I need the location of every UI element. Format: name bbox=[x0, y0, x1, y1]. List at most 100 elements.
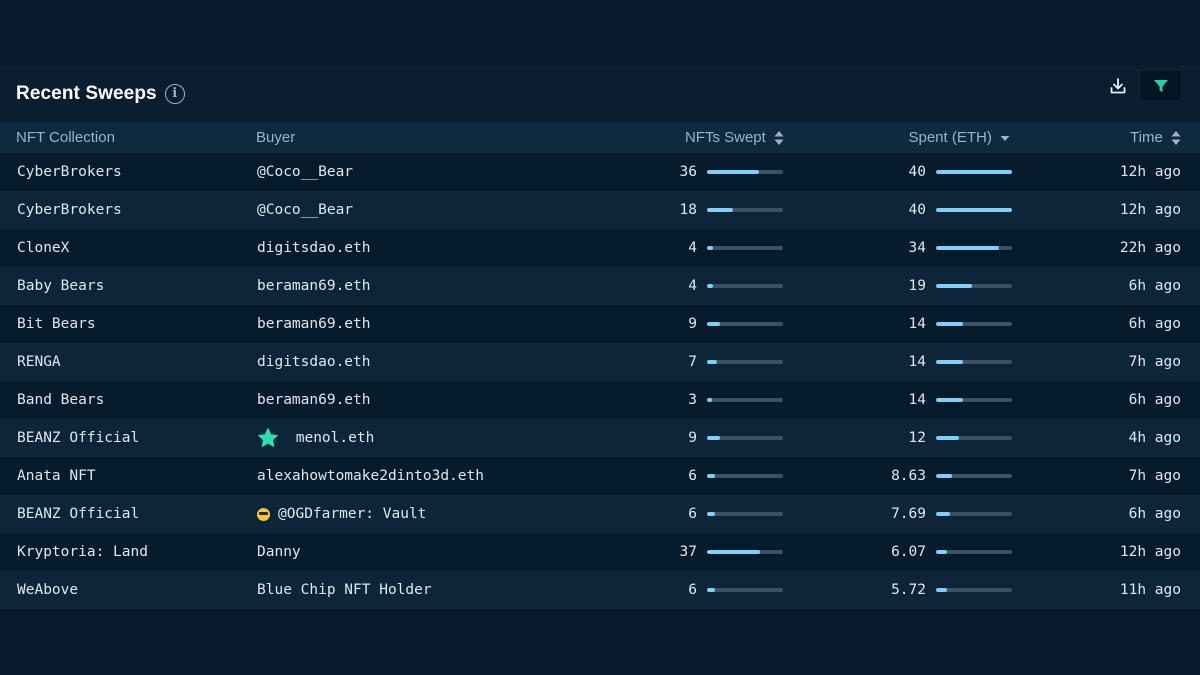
buyer-name: beraman69.eth bbox=[257, 392, 371, 408]
spent-bar-fill bbox=[936, 398, 963, 402]
nfts-swept-cell: 18 bbox=[620, 191, 800, 229]
download-icon bbox=[1110, 77, 1126, 93]
spent-bar-fill bbox=[936, 170, 1012, 174]
table-row[interactable]: Baby Bears beraman69.eth 4 19 6h ago bbox=[0, 267, 1200, 305]
buyer-name: menol.eth bbox=[295, 430, 375, 446]
buyer-name: beraman69.eth bbox=[257, 278, 371, 294]
spent-value: 14 bbox=[908, 392, 926, 408]
buyer-cell[interactable]: Danny bbox=[240, 533, 620, 571]
buyer-cell[interactable]: @Coco__Bear bbox=[240, 153, 620, 191]
spent-bar-fill bbox=[936, 588, 947, 592]
spent-cell: 14 bbox=[800, 381, 1030, 419]
buyer-cell[interactable]: menol.eth bbox=[240, 419, 620, 457]
table-row[interactable]: WeAbove Blue Chip NFT Holder 6 5.72 11h ago bbox=[0, 571, 1200, 609]
table-row[interactable]: CyberBrokers @Coco__Bear 36 40 12h ago bbox=[0, 153, 1200, 191]
table-row[interactable]: CyberBrokers @Coco__Bear 18 40 12h ago bbox=[0, 191, 1200, 229]
table-row[interactable]: Kryptoria: Land Danny 37 6.07 12h ago bbox=[0, 533, 1200, 571]
table-row[interactable]: CloneX digitsdao.eth 4 34 22h ago bbox=[0, 229, 1200, 267]
spent-bar bbox=[936, 284, 1012, 288]
buyer-name: Danny bbox=[257, 544, 301, 560]
collection-cell[interactable]: CyberBrokers bbox=[0, 153, 240, 191]
nfts-swept-cell: 4 bbox=[620, 267, 800, 305]
spent-value: 8.63 bbox=[891, 468, 926, 484]
collection-cell[interactable]: WeAbove bbox=[0, 571, 240, 609]
nfts-swept-bar-fill bbox=[707, 550, 761, 554]
nfts-swept-cell: 9 bbox=[620, 419, 800, 457]
nfts-swept-cell: 9 bbox=[620, 305, 800, 343]
star-icon bbox=[258, 428, 278, 447]
column-header-nfts-swept[interactable]: NFTs Swept bbox=[620, 122, 800, 153]
table-row[interactable]: Bit Bears beraman69.eth 9 14 6h ago bbox=[0, 305, 1200, 343]
spent-value: 40 bbox=[908, 164, 926, 180]
buyer-cell[interactable]: digitsdao.eth bbox=[240, 343, 620, 381]
buyer-name: alexahowtomake2dinto3d.eth bbox=[257, 468, 484, 484]
buyer-cell[interactable]: beraman69.eth bbox=[240, 305, 620, 343]
spent-cell: 19 bbox=[800, 267, 1030, 305]
spent-cell: 7.69 bbox=[800, 495, 1030, 533]
nfts-swept-bar-fill bbox=[707, 284, 714, 288]
time-label: Time bbox=[1130, 128, 1163, 146]
buyer-cell[interactable]: beraman69.eth bbox=[240, 381, 620, 419]
nfts-swept-bar bbox=[707, 246, 783, 250]
spent-bar-fill bbox=[936, 246, 1000, 250]
time-cell: 7h ago bbox=[1128, 468, 1181, 484]
nfts-swept-bar-fill bbox=[707, 360, 717, 364]
spent-bar-fill bbox=[936, 436, 959, 440]
nfts-swept-cell: 3 bbox=[620, 381, 800, 419]
spent-bar-fill bbox=[936, 474, 952, 478]
collection-cell[interactable]: Band Bears bbox=[0, 381, 240, 419]
column-header-spent[interactable]: Spent (ETH) bbox=[800, 122, 1030, 153]
nfts-swept-bar-fill bbox=[707, 512, 716, 516]
download-button[interactable] bbox=[1099, 71, 1137, 100]
nfts-swept-cell: 4 bbox=[620, 229, 800, 267]
buyer-cell[interactable]: digitsdao.eth bbox=[240, 229, 620, 267]
nfts-swept-bar-fill bbox=[707, 474, 716, 478]
buyer-name: @Coco__Bear bbox=[257, 164, 354, 180]
column-header-time[interactable]: Time bbox=[1030, 122, 1200, 153]
nfts-swept-cell: 6 bbox=[620, 457, 800, 495]
nfts-swept-bar-fill bbox=[707, 246, 714, 250]
info-icon[interactable]: i bbox=[164, 83, 185, 104]
buyer-cell[interactable]: alexahowtomake2dinto3d.eth bbox=[240, 457, 620, 495]
spent-value: 6.07 bbox=[891, 544, 926, 560]
spent-bar bbox=[936, 512, 1012, 516]
spent-bar-fill bbox=[936, 512, 951, 516]
panel-title: Recent Sweeps bbox=[16, 82, 157, 104]
buyer-cell[interactable]: @OGDfarmer: Vault bbox=[240, 495, 620, 533]
spent-bar bbox=[936, 474, 1012, 478]
nfts-swept-value: 9 bbox=[688, 316, 697, 332]
spent-bar-fill bbox=[936, 208, 1012, 212]
filter-icon bbox=[1154, 79, 1168, 92]
recent-sweeps-panel: Recent Sweeps i NFT Collection Buyer NFT… bbox=[0, 65, 1200, 610]
table-row[interactable]: RENGA digitsdao.eth 7 14 7h ago bbox=[0, 343, 1200, 381]
table-row[interactable]: Anata NFT alexahowtomake2dinto3d.eth 6 8.63… bbox=[0, 457, 1200, 495]
collection-cell[interactable]: Bit Bears bbox=[0, 305, 240, 343]
collection-cell[interactable]: BEANZ Official bbox=[0, 419, 240, 457]
column-header-buyer[interactable]: Buyer bbox=[240, 122, 620, 153]
buyer-cell[interactable]: Blue Chip NFT Holder bbox=[240, 571, 620, 609]
nfts-swept-value: 6 bbox=[688, 582, 697, 598]
collection-cell[interactable]: RENGA bbox=[0, 343, 240, 381]
nfts-swept-value: 9 bbox=[688, 430, 697, 446]
collection-cell[interactable]: CyberBrokers bbox=[0, 191, 240, 229]
table-row[interactable]: Band Bears beraman69.eth 3 14 6h ago bbox=[0, 381, 1200, 419]
nfts-swept-value: 7 bbox=[688, 354, 697, 370]
spent-bar bbox=[936, 170, 1012, 174]
table-row[interactable]: BEANZ Official menol.eth 9 12 4h ago bbox=[0, 419, 1200, 457]
column-header-collection[interactable]: NFT Collection bbox=[0, 122, 240, 153]
collection-cell[interactable]: BEANZ Official bbox=[0, 495, 240, 533]
time-cell: 22h ago bbox=[1119, 240, 1181, 256]
spent-cell: 14 bbox=[800, 343, 1030, 381]
buyer-cell[interactable]: beraman69.eth bbox=[240, 267, 620, 305]
spent-bar bbox=[936, 208, 1012, 212]
filter-button[interactable] bbox=[1141, 71, 1181, 100]
collection-cell[interactable]: Kryptoria: Land bbox=[0, 533, 240, 571]
collection-cell[interactable]: Baby Bears bbox=[0, 267, 240, 305]
table-row[interactable]: BEANZ Official @OGDfarmer: Vault 6 7.69 6h a… bbox=[0, 495, 1200, 533]
buyer-name: digitsdao.eth bbox=[257, 240, 371, 256]
collection-cell[interactable]: Anata NFT bbox=[0, 457, 240, 495]
nfts-swept-bar-fill bbox=[707, 322, 720, 326]
buyer-cell[interactable]: @Coco__Bear bbox=[240, 191, 620, 229]
collection-cell[interactable]: CloneX bbox=[0, 229, 240, 267]
nfts-swept-bar-fill bbox=[707, 588, 716, 592]
